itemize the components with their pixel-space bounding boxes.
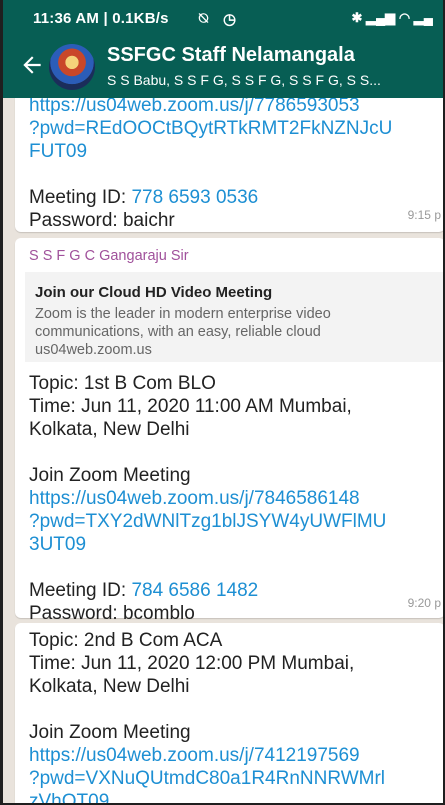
password-line: Password: baichr	[29, 210, 175, 231]
group-avatar[interactable]	[49, 44, 95, 90]
mute-icon: ⍉	[199, 10, 209, 27]
alarm-icon: ◷	[223, 11, 237, 28]
message-bubble[interactable]: S S F G C Gangaraju Sir Join our Cloud H…	[15, 238, 443, 624]
status-right-icons: ✱ ▂▄▆ ◠ ▂▄	[351, 10, 433, 26]
group-title[interactable]: SSFGC Staff Nelamangala	[107, 44, 355, 67]
link-preview-card[interactable]: Join our Cloud HD Video Meeting Zoom is …	[25, 272, 443, 362]
preview-title: Join our Cloud HD Video Meeting	[35, 284, 273, 301]
status-bar: 11:36 AM | 0.1KB/s ⍉ ◷ ✱ ▂▄▆ ◠ ▂▄	[3, 0, 443, 36]
chat-area[interactable]: https://us04web.zoom.us/j/7786593053 ?pw…	[3, 98, 443, 803]
sender-name[interactable]: S S F G C Gangaraju Sir	[15, 238, 443, 264]
join-label: Join Zoom Meeting	[29, 465, 191, 486]
message-bubble[interactable]: https://us04web.zoom.us/j/7786593053 ?pw…	[15, 98, 443, 232]
password-line: Password: bcomblo	[29, 603, 195, 624]
back-arrow-icon[interactable]	[19, 52, 45, 78]
signal-icon: ▂▄	[413, 10, 433, 25]
message-time: 9:15 p	[407, 208, 441, 222]
status-left: 11:36 AM | 0.1KB/s	[33, 10, 169, 27]
signal-icon: ▂▄▆	[365, 10, 396, 25]
chat-header: SSFGC Staff Nelamangala S S Babu, S S F …	[3, 36, 443, 98]
zoom-link[interactable]: https://us04web.zoom.us/j/7786593053 ?pw…	[15, 98, 443, 163]
bluetooth-icon: ✱	[351, 10, 363, 25]
meeting-id-link[interactable]: 784 6586 1482	[131, 580, 258, 601]
message-time: 9:20 p	[407, 596, 441, 610]
preview-description: Zoom is the leader in modern enterprise …	[35, 306, 331, 358]
meeting-topic: Topic: 2nd B Com ACA Time: Jun 11, 2020 …	[29, 630, 355, 697]
meeting-topic: Topic: 1st B Com BLO Time: Jun 11, 2020 …	[29, 373, 352, 440]
group-members[interactable]: S S Babu, S S F G, S S F G, S S F G, S S…	[107, 72, 437, 88]
join-label: Join Zoom Meeting	[29, 722, 191, 743]
message-bubble[interactable]: Topic: 2nd B Com ACA Time: Jun 11, 2020 …	[15, 623, 443, 803]
zoom-link[interactable]: https://us04web.zoom.us/j/7412197569 ?pw…	[15, 744, 443, 803]
meeting-id-line: Meeting ID: 784 6586 1482	[29, 580, 259, 601]
frame-left	[0, 0, 3, 805]
wifi-icon: ◠	[398, 10, 411, 25]
meeting-id-line: Meeting ID: 778 6593 0536	[29, 187, 259, 208]
meeting-id-link[interactable]: 778 6593 0536	[131, 187, 258, 208]
zoom-link[interactable]: https://us04web.zoom.us/j/7846586148 ?pw…	[15, 487, 443, 556]
